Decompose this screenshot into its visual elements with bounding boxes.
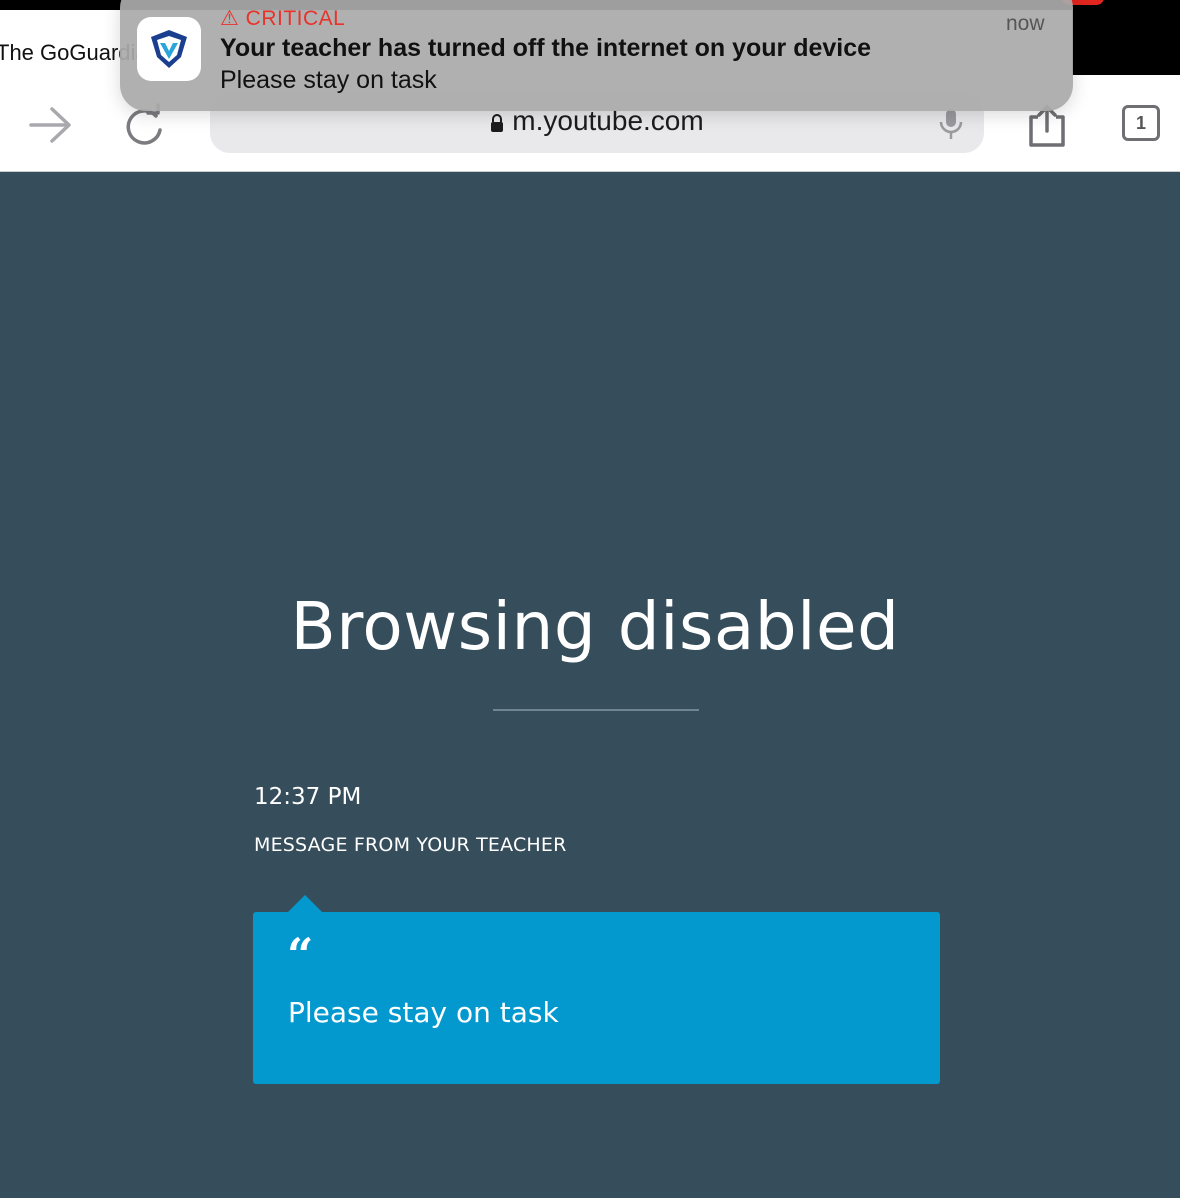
quote-icon: “: [287, 928, 314, 982]
message-label: MESSAGE FROM YOUR TEACHER: [254, 834, 567, 856]
notification-banner[interactable]: ⚠ CRITICAL Your teacher has turned off t…: [120, 0, 1073, 111]
message-pointer: [288, 895, 322, 912]
microphone-icon[interactable]: [936, 107, 966, 141]
tab-switcher-button[interactable]: 1: [1122, 105, 1160, 141]
warning-icon: ⚠: [220, 7, 240, 30]
message-timestamp: 12:37 PM: [254, 784, 362, 810]
teacher-message-box: “ Please stay on task: [253, 912, 940, 1084]
status-strip-right: [1072, 0, 1180, 75]
heading-divider: [493, 709, 699, 711]
forward-arrow-icon[interactable]: [28, 105, 74, 145]
teacher-message-text: Please stay on task: [288, 996, 559, 1029]
notification-severity: ⚠ CRITICAL: [220, 6, 345, 31]
goguardian-shield-icon: [137, 17, 201, 81]
screen: The GoGuardian m.youtube.com 1 ⚠ CRITICA…: [0, 0, 1180, 1198]
shield-icon: [151, 30, 187, 68]
notification-title: Your teacher has turned off the internet…: [220, 34, 872, 62]
lock-icon: [491, 113, 504, 132]
notification-body: Please stay on task: [220, 66, 437, 94]
page-title: Browsing disabled: [290, 588, 900, 665]
severity-label: CRITICAL: [245, 7, 346, 30]
notification-time: now: [1006, 12, 1045, 35]
